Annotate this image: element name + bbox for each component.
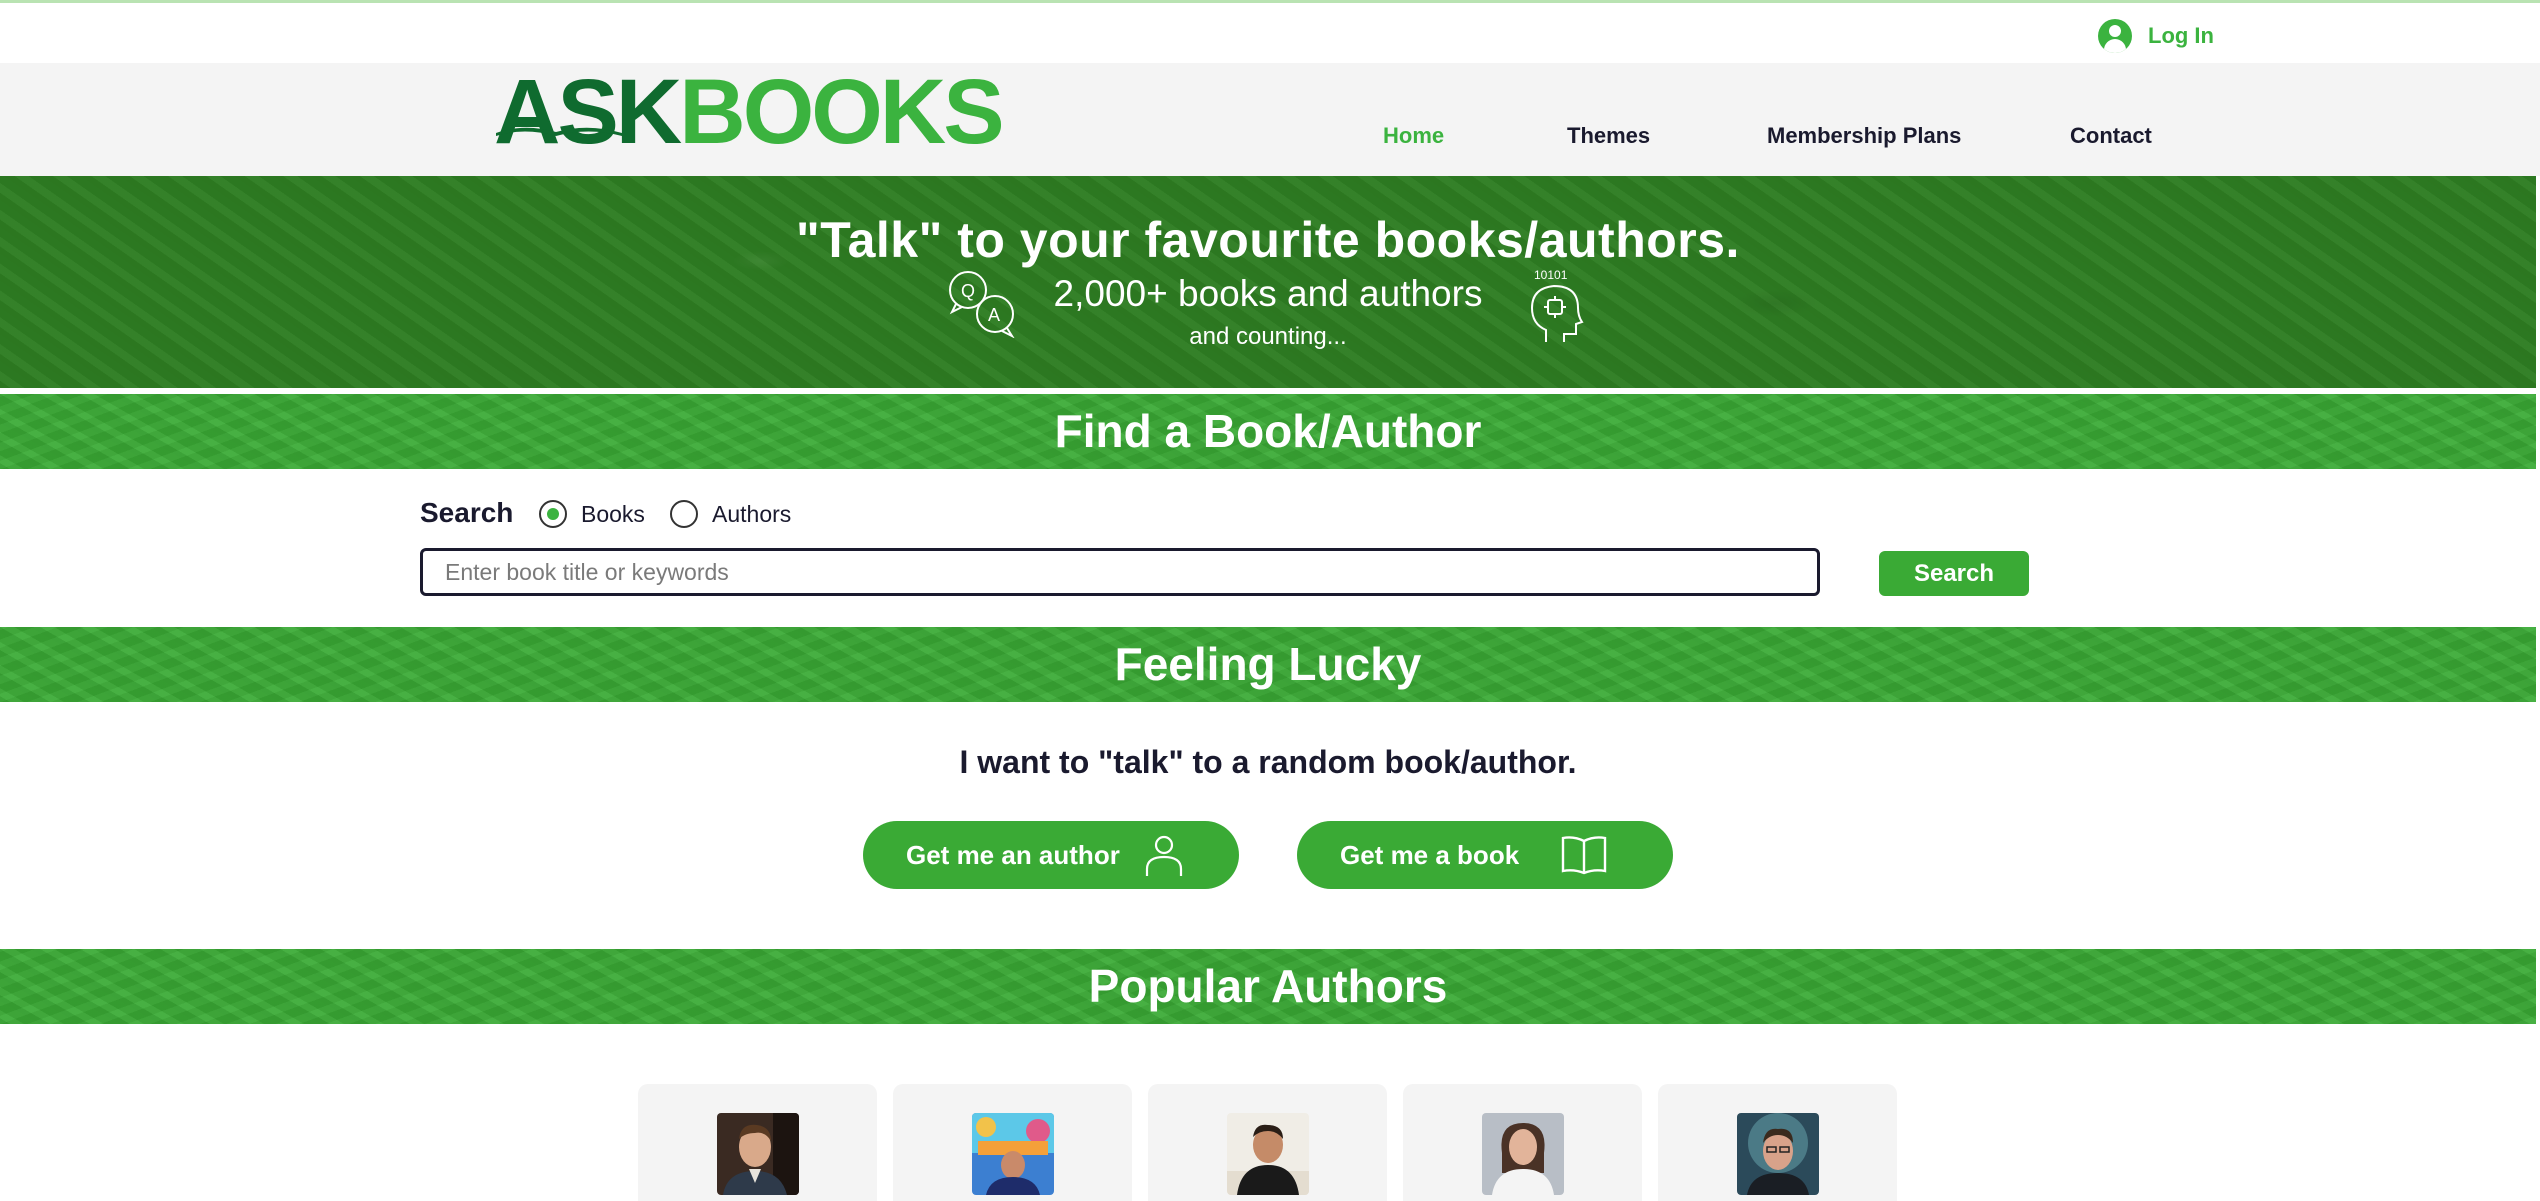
radio-authors-circle[interactable] (670, 500, 698, 528)
popular-heading: Popular Authors (1088, 960, 1448, 1012)
author-photo-3 (1227, 1113, 1309, 1195)
author-card[interactable] (893, 1084, 1132, 1201)
search-button[interactable]: Search (1879, 551, 2029, 596)
logo-book-swoosh-icon (496, 127, 622, 136)
nav-themes[interactable]: Themes (1567, 123, 1650, 149)
nav-contact[interactable]: Contact (2070, 123, 2152, 149)
author-photo-2 (972, 1113, 1054, 1195)
radio-books-label: Books (581, 500, 645, 527)
author-photo-1 (717, 1113, 799, 1195)
get-book-button[interactable]: Get me a book (1297, 821, 1673, 889)
person-icon (1145, 835, 1183, 876)
hero-counting: and counting... (1189, 323, 1347, 350)
open-book-icon (1561, 836, 1607, 875)
lucky-heading: Feeling Lucky (1114, 638, 1422, 690)
author-card[interactable] (1403, 1084, 1642, 1201)
hero-banner: "Talk" to your favourite books/authors. … (0, 176, 2536, 388)
login-label: Log In (2148, 23, 2214, 48)
logo-books: BOOKS (679, 61, 1004, 163)
radio-books-circle[interactable] (539, 500, 567, 528)
get-author-label: Get me an author (906, 839, 1120, 870)
author-card[interactable] (1658, 1084, 1897, 1201)
author-card[interactable] (638, 1084, 877, 1201)
login-button[interactable]: Log In (2098, 16, 2214, 56)
lucky-text: I want to "talk" to a random book/author… (959, 744, 1577, 780)
get-book-label: Get me a book (1340, 839, 1520, 870)
author-card[interactable] (1148, 1084, 1387, 1201)
radio-authors[interactable]: Authors (670, 500, 791, 528)
nav-membership-plans[interactable]: Membership Plans (1767, 123, 1961, 149)
nav-home[interactable]: Home (1383, 123, 1444, 149)
author-photo-4 (1482, 1113, 1564, 1195)
radio-books[interactable]: Books (539, 500, 645, 528)
author-photo-5 (1737, 1113, 1819, 1195)
top-bar: Log In (0, 3, 2540, 63)
hero-subtitle: 2,000+ books and authors (1053, 273, 1483, 314)
hero-title: "Talk" to your favourite books/authors. (796, 212, 1740, 268)
popular-authors-list (638, 1084, 1897, 1201)
popular-heading-band: Popular Authors (0, 949, 2536, 1024)
site-header: ASKBOOKS Home Themes Membership Plans Co… (0, 63, 2540, 176)
askbooks-logo[interactable]: ASKBOOKS (494, 66, 1005, 158)
binary-text: 10101 (1534, 268, 1568, 282)
get-author-button[interactable]: Get me an author (863, 821, 1239, 889)
radio-authors-label: Authors (712, 500, 792, 527)
account-icon (2098, 19, 2132, 53)
find-heading: Find a Book/Author (1054, 405, 1482, 457)
logo-ask: ASK (494, 61, 682, 163)
logo-wordmark: ASKBOOKS (494, 66, 1005, 158)
search-label: Search (420, 497, 514, 528)
find-heading-band: Find a Book/Author (0, 394, 2536, 469)
search-input[interactable] (420, 548, 1820, 596)
lucky-heading-band: Feeling Lucky (0, 627, 2536, 702)
